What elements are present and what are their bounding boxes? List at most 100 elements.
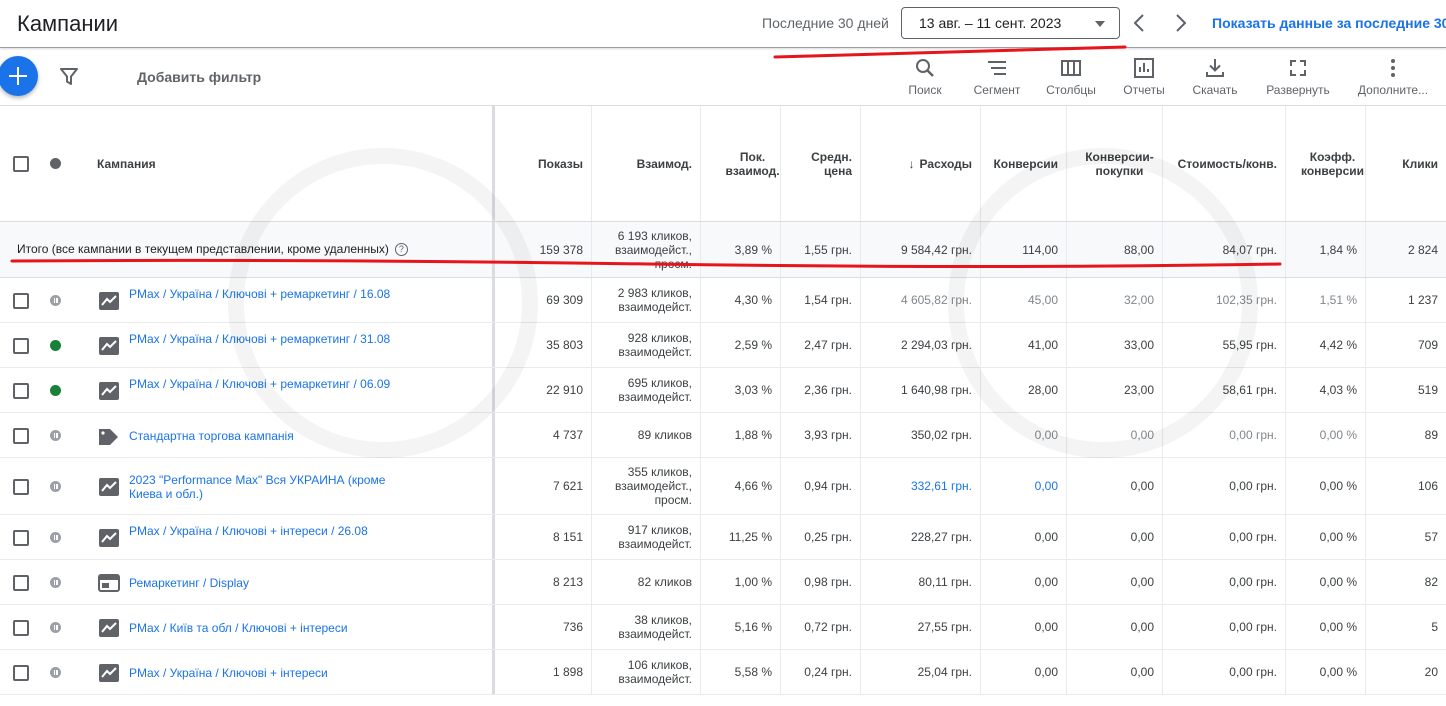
columns-tool-label: Столбцы [1046, 83, 1096, 97]
cell-interactions: 82 кликов [592, 560, 701, 604]
columns-tool-button[interactable]: Столбцы [1040, 57, 1102, 101]
cell-impressions: 22 910 [495, 368, 592, 412]
table-row[interactable]: 2023 "Performance Max" Вся УКРАИНА (кром… [0, 458, 1446, 515]
filter-icon[interactable] [60, 68, 78, 86]
fullscreen-tool-button[interactable]: Развернуть [1258, 57, 1338, 101]
table-row[interactable]: PMax / Україна / Ключові + ремаркетинг /… [0, 278, 1446, 323]
table-row[interactable]: Ремаркетинг / Display 8 213 82 кликов 1,00 … [0, 560, 1446, 605]
cell-impressions: 736 [495, 605, 592, 649]
cell-conv-purchases: 0,00 [1067, 515, 1163, 559]
chevron-right-icon[interactable] [1170, 12, 1190, 34]
total-row: Итого (все кампании в текущем представле… [0, 222, 1446, 278]
cell-conv-rate: 0,00 % [1286, 605, 1366, 649]
campaign-name-link[interactable]: Стандартна торгова кампанія [129, 429, 399, 443]
reports-tool-button[interactable]: Отчеты [1117, 57, 1171, 101]
table-row[interactable]: PMax / Україна / Ключові + інтереси 1 898… [0, 650, 1446, 695]
row-checkbox[interactable] [13, 664, 29, 681]
campaign-name-link[interactable]: PMax / Київ та обл / Ключові + інтереси [129, 621, 399, 635]
download-tool-button[interactable]: Скачать [1185, 57, 1245, 101]
period-label: Последние 30 дней [762, 15, 889, 31]
chevron-left-icon[interactable] [1130, 12, 1150, 34]
status-paused-icon[interactable] [50, 532, 61, 543]
cell-impressions: 1 898 [495, 650, 592, 694]
row-checkbox[interactable] [13, 478, 29, 495]
total-cost-per-conv: 84,07 грн. [1163, 222, 1286, 277]
total-interactions: 6 193 кликов, взаимодейст., просм. [592, 222, 701, 277]
cell-conversions: 41,00 [981, 323, 1067, 367]
campaign-name-link[interactable]: Ремаркетинг / Display [129, 576, 399, 590]
cell-conv-rate: 0,00 % [1286, 650, 1366, 694]
cell-interaction-rate: 4,66 % [701, 458, 781, 514]
cell-conversions: 0,00 [981, 515, 1067, 559]
row-checkbox[interactable] [13, 292, 29, 309]
status-paused-icon[interactable] [50, 622, 61, 633]
row-checkbox[interactable] [13, 574, 29, 591]
column-header-avg-cost[interactable]: Средн. цена [781, 106, 861, 221]
total-conversions: 114,00 [981, 222, 1067, 277]
table-row[interactable]: PMax / Україна / Ключові + ремаркетинг /… [0, 368, 1446, 413]
campaign-name-link[interactable]: PMax / Україна / Ключові + ремаркетинг /… [129, 332, 399, 346]
row-checkbox[interactable] [13, 529, 29, 546]
table-row[interactable]: Стандартна торгова кампанія 4 737 89 клико… [0, 413, 1446, 458]
table-row[interactable]: PMax / Україна / Ключові + ремаркетинг /… [0, 323, 1446, 368]
table-row[interactable]: PMax / Україна / Ключові + інтереси / 26… [0, 515, 1446, 560]
status-paused-icon[interactable] [50, 295, 61, 306]
campaign-type-pmax-icon [98, 528, 120, 548]
column-header-impressions[interactable]: Показы [495, 106, 592, 221]
campaign-name-link[interactable]: PMax / Україна / Ключові + інтереси / 26… [129, 524, 399, 538]
download-icon [1206, 59, 1224, 77]
cell-avg-cost: 0,94 грн. [781, 458, 861, 514]
row-checkbox[interactable] [13, 619, 29, 636]
add-filter-button[interactable]: Добавить фильтр [137, 69, 261, 85]
more-tool-button[interactable]: Дополните... [1352, 57, 1434, 101]
cell-clicks: 89 [1424, 428, 1438, 442]
cell-cost: 350,02 грн. [861, 413, 981, 457]
column-header-interaction-rate[interactable]: Пок. взаимод. [701, 106, 781, 221]
status-enabled-icon[interactable] [50, 340, 61, 351]
show-last-period-link[interactable]: Показать данные за последние 30 [1212, 15, 1446, 31]
row-checkbox[interactable] [13, 427, 29, 444]
status-paused-icon[interactable] [50, 481, 61, 492]
cell-clicks: 519 [1417, 383, 1438, 397]
column-header-clicks[interactable]: Клики [1366, 106, 1446, 221]
table-row[interactable]: PMax / Київ та обл / Ключові + інтереси 7… [0, 605, 1446, 650]
app-header: Кампании Последние 30 дней 13 авг. – 11 … [0, 0, 1446, 48]
total-cost: 9 584,42 грн. [861, 222, 981, 277]
cell-conv-rate: 0,00 % [1286, 560, 1366, 604]
column-header-cost[interactable]: ↓ Расходы [861, 106, 981, 221]
cell-conv-purchases: 33,00 [1067, 323, 1163, 367]
help-icon[interactable]: ? [394, 243, 408, 257]
status-paused-icon[interactable] [50, 430, 61, 441]
columns-icon [1061, 60, 1081, 76]
add-campaign-button[interactable] [0, 56, 38, 96]
campaign-name-link[interactable]: PMax / Україна / Ключові + інтереси [129, 666, 399, 680]
segment-tool-button[interactable]: Сегмент [967, 57, 1027, 101]
campaign-name-link[interactable]: 2023 "Performance Max" Вся УКРАИНА (кром… [129, 473, 399, 501]
cell-clicks: 709 [1417, 338, 1438, 352]
cell-conv-rate: 0,00 % [1286, 458, 1366, 514]
column-header-conv-purchases[interactable]: Конверсии-покупки [1067, 106, 1163, 221]
cell-cost-per-conv: 0,00 грн. [1163, 515, 1286, 559]
campaign-type-pmax-icon [98, 477, 120, 497]
cell-interaction-rate: 2,59 % [701, 323, 781, 367]
campaign-name-link[interactable]: PMax / Україна / Ключові + ремаркетинг /… [129, 377, 399, 391]
search-tool-button[interactable]: Поиск [900, 57, 950, 101]
column-header-conv-rate[interactable]: Коэфф. конверсии [1286, 106, 1366, 221]
campaign-name-link[interactable]: PMax / Україна / Ключові + ремаркетинг /… [129, 287, 399, 301]
cell-impressions: 69 309 [495, 278, 592, 322]
status-paused-icon[interactable] [50, 667, 61, 678]
cell-conversions: 0,00 [981, 413, 1067, 457]
status-enabled-icon[interactable] [50, 385, 61, 396]
more-vert-icon [1391, 59, 1395, 77]
column-header-interactions[interactable]: Взаимод. [592, 106, 701, 221]
row-checkbox[interactable] [13, 337, 29, 354]
total-label-text: Итого (все кампании в текущем представле… [17, 242, 389, 256]
date-range-picker[interactable]: 13 авг. – 11 сент. 2023 [901, 7, 1120, 39]
column-header-cost-per-conv[interactable]: Стоимость/конв. [1163, 106, 1286, 221]
row-checkbox[interactable] [13, 382, 29, 399]
status-paused-icon[interactable] [50, 577, 61, 588]
cell-conv-purchases: 0,00 [1067, 458, 1163, 514]
cell-conv-rate: 4,03 % [1286, 368, 1366, 412]
cell-clicks: 57 [1424, 530, 1438, 544]
column-header-conversions[interactable]: Конверсии [981, 106, 1067, 221]
